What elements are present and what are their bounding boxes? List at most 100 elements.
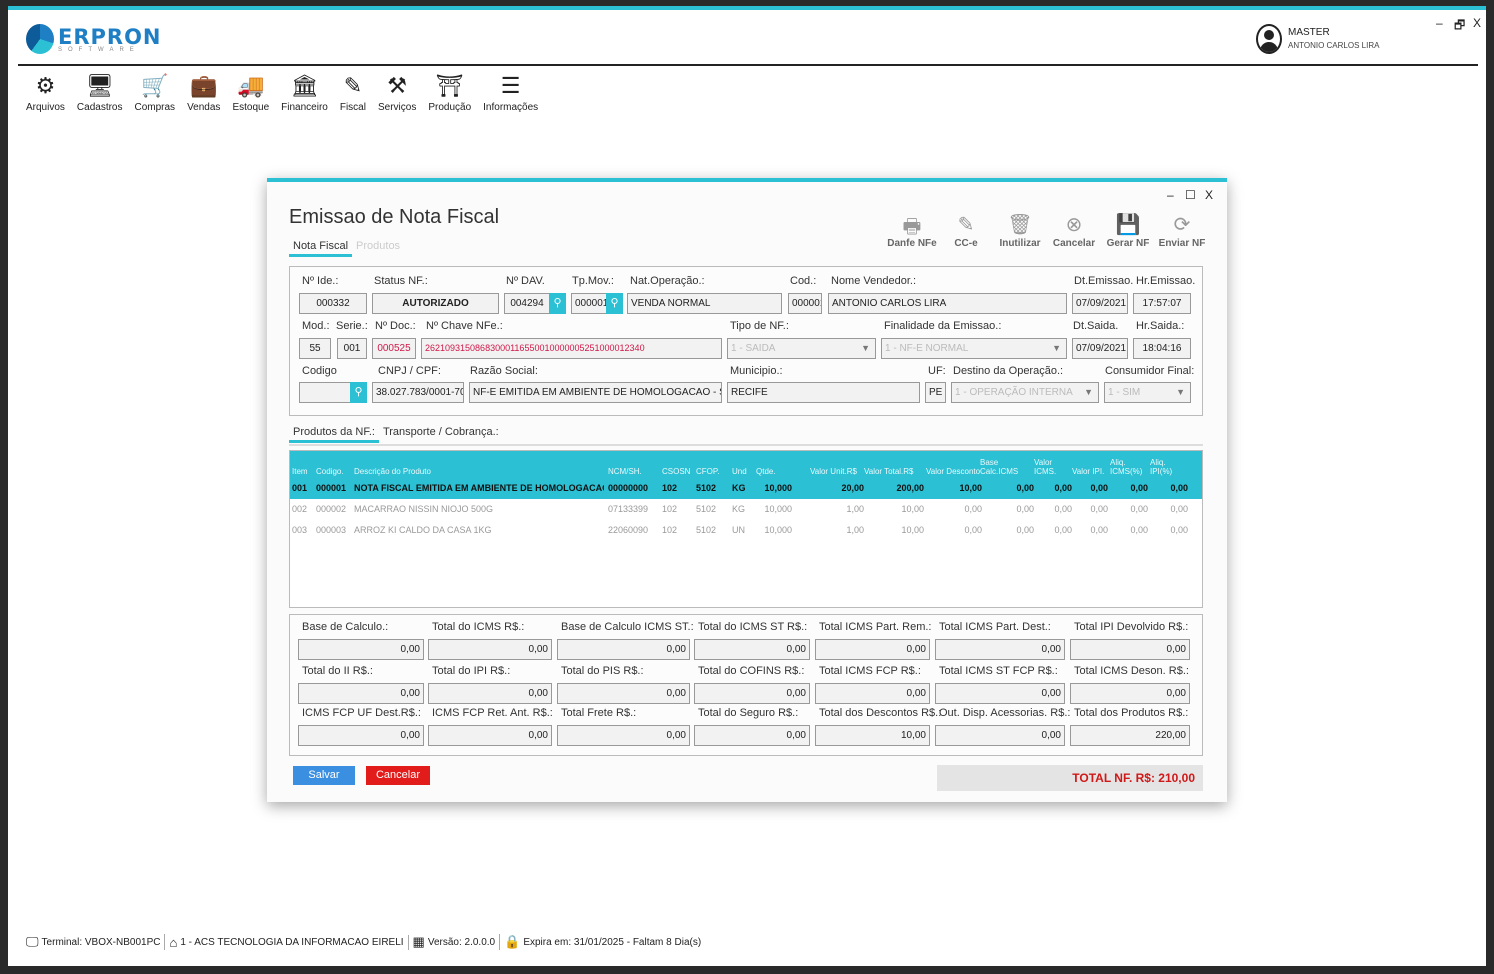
search-dav-button[interactable]: ⚲ — [549, 293, 566, 314]
cnpj-field[interactable]: 38.027.783/0001-70 — [372, 382, 464, 403]
cod-vendedor-field[interactable]: 000001 — [788, 293, 822, 314]
table-row[interactable]: 001 000001 NOTA FISCAL EMITIDA EM AMBIENTE… — [290, 478, 1202, 499]
grid-column-header[interactable]: Valor Total.R$ — [864, 467, 924, 476]
total-value-field[interactable]: 0,00 — [298, 683, 424, 704]
total-value-field[interactable]: 0,00 — [428, 639, 552, 660]
codigo-cliente-field[interactable] — [299, 382, 351, 403]
chave-nfe-field[interactable]: 2621093150868300011655001000000525100001… — [421, 338, 722, 359]
app-restore-button[interactable]: 🗗 — [1454, 16, 1465, 37]
gerar-nf-button[interactable]: 💾 Gerar NF — [1101, 212, 1155, 249]
table-cell: 000003 — [316, 525, 347, 535]
tipo-nf-select[interactable]: 1 - SAIDA — [727, 338, 876, 359]
mod-field[interactable]: 55 — [299, 338, 331, 359]
menu-compras[interactable]: 🛒 Compras — [128, 70, 181, 113]
grid-column-header[interactable]: Aliq. IPI(%) — [1150, 458, 1188, 476]
menu-producao[interactable]: ⛩ Produção — [422, 70, 477, 113]
total-value-field[interactable]: 0,00 — [935, 725, 1065, 746]
app-close-button[interactable]: X — [1473, 16, 1481, 30]
grid-column-header[interactable]: Qtde. — [756, 467, 792, 476]
grid-column-header[interactable]: Codigo. — [316, 467, 354, 476]
total-value-field[interactable]: 0,00 — [298, 725, 424, 746]
search-tpmov-button[interactable]: ⚲ — [606, 293, 623, 314]
tab-produtos-nf[interactable]: Produtos da NF.: — [289, 424, 379, 443]
grid-column-header[interactable]: Valor ICMS. — [1034, 458, 1072, 476]
products-grid[interactable]: Item Codigo. Descrição do Produto NCM/SH. CS… — [289, 450, 1203, 608]
total-value-field[interactable]: 220,00 — [1070, 725, 1190, 746]
cancel-button[interactable]: Cancelar — [366, 766, 430, 785]
user-info[interactable]: MASTER ANTONIO CARLOS LIRA — [1256, 24, 1379, 54]
enviar-nf-button[interactable]: ⟳ Enviar NF — [1155, 212, 1209, 249]
dialog-close-button[interactable]: X — [1205, 188, 1213, 202]
total-value-field[interactable]: 0,00 — [428, 683, 552, 704]
hr-emissao-field[interactable]: 17:57:07 — [1133, 293, 1191, 314]
app-minimize-button[interactable]: – — [1436, 16, 1443, 30]
menu-vendas[interactable]: 💼 Vendas — [181, 70, 226, 113]
total-value-field[interactable]: 0,00 — [1070, 683, 1190, 704]
grid-column-header[interactable]: Item — [292, 467, 314, 476]
dialog-minimize-button[interactable]: – — [1167, 188, 1174, 202]
total-label: Base de Calculo.: — [302, 621, 389, 633]
tab-produtos[interactable]: Produtos — [352, 238, 404, 257]
grid-column-header[interactable]: Valor Desconto — [926, 467, 982, 476]
grid-column-header[interactable]: Base Calc.ICMS — [980, 458, 1034, 476]
search-cliente-button[interactable]: ⚲ — [350, 382, 367, 403]
menu-estoque[interactable]: 🚚 Estoque — [226, 70, 275, 113]
total-value-field[interactable]: 0,00 — [694, 639, 810, 660]
dialog-maximize-button[interactable]: ☐ — [1185, 188, 1196, 202]
menu-servicos[interactable]: ⚒ Serviços — [372, 70, 422, 113]
table-row[interactable]: 002 000002 MACARRAO NISSIN NIOJO 500G 07133… — [290, 499, 1202, 520]
destino-select[interactable]: 1 - OPERAÇÃO INTERNA — [951, 382, 1099, 403]
consumidor-select[interactable]: 1 - SIM — [1104, 382, 1191, 403]
tab-nota-fiscal[interactable]: Nota Fiscal — [289, 238, 353, 257]
finalidade-select[interactable]: 1 - NF-E NORMAL — [881, 338, 1067, 359]
grid-column-header[interactable]: Aliq. ICMS(%) — [1110, 458, 1148, 476]
danfe-nfe-button[interactable]: 🖶 Danfe NFe — [885, 212, 939, 249]
grid-column-header[interactable]: NCM/SH. — [608, 467, 648, 476]
cancelar-nf-button[interactable]: ⊗ Cancelar — [1047, 212, 1101, 249]
total-value-field[interactable]: 0,00 — [694, 683, 810, 704]
nat-operacao-field[interactable]: VENDA NORMAL — [627, 293, 782, 314]
menu-arquivos[interactable]: ⚙ Arquivos — [20, 70, 71, 113]
tab-transporte[interactable]: Transporte / Cobrança.: — [379, 424, 503, 443]
total-value-field[interactable]: 0,00 — [557, 725, 690, 746]
total-value-field[interactable]: 0,00 — [557, 639, 690, 660]
n-dav-field[interactable]: 004294 — [504, 293, 550, 314]
status-field[interactable]: AUTORIZADO — [372, 293, 499, 314]
total-value-field[interactable]: 0,00 — [815, 683, 930, 704]
total-value-field[interactable]: 0,00 — [935, 639, 1065, 660]
grid-column-header[interactable]: Valor Unit.R$ — [810, 467, 864, 476]
hr-saida-field[interactable]: 18:04:16 — [1133, 338, 1191, 359]
n-doc-field[interactable]: 000525 — [372, 338, 416, 359]
uf-field[interactable]: PE — [925, 382, 946, 403]
total-value-field[interactable]: 10,00 — [815, 725, 930, 746]
grid-column-header[interactable]: CFOP. — [696, 467, 726, 476]
menu-informacoes[interactable]: ☰ Informações — [477, 70, 544, 113]
total-value-field[interactable]: 0,00 — [1070, 639, 1190, 660]
menu-financeiro[interactable]: 🏛 Financeiro — [275, 70, 334, 113]
total-value-field[interactable]: 0,00 — [298, 639, 424, 660]
n-ide-field[interactable]: 000332 — [299, 293, 367, 314]
save-button[interactable]: Salvar — [293, 766, 355, 785]
total-value-field[interactable]: 0,00 — [428, 725, 552, 746]
municipio-field[interactable]: RECIFE — [727, 382, 920, 403]
grid-column-header[interactable]: Descrição do Produto — [354, 467, 604, 476]
grid-column-header[interactable]: CSOSN — [662, 467, 692, 476]
grid-column-header[interactable]: Valor IPI. — [1072, 467, 1108, 476]
nome-vendedor-field[interactable]: ANTONIO CARLOS LIRA — [828, 293, 1067, 314]
menu-fiscal[interactable]: ✎ Fiscal — [334, 70, 372, 113]
total-value-field[interactable]: 0,00 — [935, 683, 1065, 704]
total-value-field[interactable]: 0,00 — [815, 639, 930, 660]
dt-emissao-field[interactable]: 07/09/2021 — [1072, 293, 1128, 314]
total-value-field[interactable]: 0,00 — [557, 683, 690, 704]
header-fields-box: Nº Ide.: Status NF.: Nº DAV. Tp.Mov.: Na… — [289, 266, 1203, 416]
table-row[interactable]: 003 000003 ARROZ KI CALDO DA CASA 1KG 22060… — [290, 520, 1202, 541]
razao-social-field[interactable]: NF-E EMITIDA EM AMBIENTE DE HOMOLOGACAO … — [469, 382, 722, 403]
tp-mov-field[interactable]: 000001 — [571, 293, 607, 314]
total-value-field[interactable]: 0,00 — [694, 725, 810, 746]
cce-button[interactable]: ✎ CC-e — [939, 212, 993, 249]
grid-column-header[interactable]: Und — [732, 467, 754, 476]
menu-cadastros[interactable]: 🖥 Cadastros — [71, 70, 129, 113]
serie-field[interactable]: 001 — [337, 338, 367, 359]
inutilizar-button[interactable]: 🗑 Inutilizar — [993, 212, 1047, 249]
dt-saida-field[interactable]: 07/09/2021 — [1072, 338, 1128, 359]
